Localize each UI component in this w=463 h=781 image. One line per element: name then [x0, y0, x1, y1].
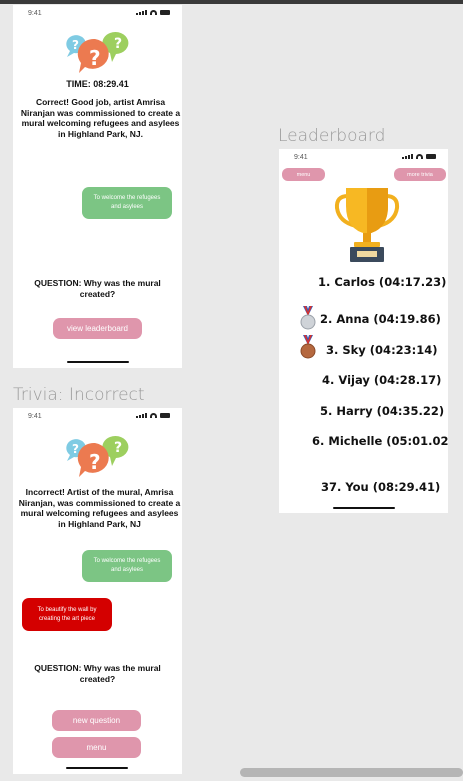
signal-icon	[136, 413, 147, 418]
status-icons	[136, 413, 170, 418]
leaderboard-screen: 9:41 menu more trivia 1. Carlos (04:17.2…	[279, 149, 448, 513]
status-icons	[136, 10, 170, 15]
leaderboard-entry-3: 3. Sky (04:23:14)	[326, 343, 438, 357]
leaderboard-entry-2: 2. Anna (04:19.86)	[320, 312, 441, 326]
menu-button[interactable]: menu	[282, 168, 325, 181]
battery-icon	[160, 10, 170, 15]
signal-icon	[402, 154, 413, 159]
wifi-icon	[150, 10, 157, 15]
new-question-button[interactable]: new question	[52, 710, 141, 731]
leaderboard-entry-1: 1. Carlos (04:17.23)	[318, 275, 447, 289]
leaderboard-entry-4: 4. Vijay (04:28.17)	[322, 373, 442, 387]
leaderboard-entry-6: 6. Michelle (05:01.02)	[312, 434, 448, 448]
window-top-bar	[0, 0, 463, 4]
svg-text:?: ?	[72, 38, 79, 52]
status-icons	[402, 154, 436, 159]
home-indicator	[333, 507, 395, 509]
question-text: QUESTION: Why was the mural created?	[34, 278, 161, 299]
question-text: QUESTION: Why was the mural created?	[34, 663, 161, 684]
wifi-icon	[416, 154, 423, 159]
question-bubbles-icon: ? ? ?	[66, 32, 129, 73]
svg-text:?: ?	[114, 440, 122, 456]
leaderboard-you-entry: 37. You (08:29.41)	[321, 480, 441, 494]
status-bar: 9:41	[13, 5, 182, 19]
trophy-icon	[334, 188, 400, 262]
battery-icon	[160, 413, 170, 418]
horizontal-scrollbar[interactable]	[240, 768, 463, 777]
home-indicator	[66, 767, 128, 769]
status-time: 9:41	[294, 154, 308, 161]
view-leaderboard-button[interactable]: view leaderboard	[53, 318, 142, 339]
answer-option-wrong[interactable]: To beautify the wall by creating the art…	[22, 598, 112, 631]
menu-button[interactable]: menu	[52, 737, 141, 758]
home-indicator	[67, 361, 129, 363]
feedback-message: Incorrect! Artist of the mural, Amrisa N…	[18, 487, 181, 529]
wifi-icon	[150, 413, 157, 418]
trivia-incorrect-screen: 9:41 ? ? ? Incorrect! Artist of the mura…	[13, 408, 182, 774]
feedback-message: Correct! Good job, artist Amrisa Niranja…	[20, 97, 181, 139]
leaderboard-entry-5: 5. Harry (04:35.22)	[320, 404, 445, 418]
silver-medal-icon	[300, 306, 316, 330]
trivia-correct-screen: 9:41 ? ? ? TIME: 08:29.41 Correct! Good …	[13, 5, 182, 368]
svg-text:?: ?	[72, 442, 79, 456]
status-bar: 9:41	[279, 149, 448, 163]
question-bubbles-icon: ? ? ?	[66, 436, 129, 477]
answer-option-correct[interactable]: To welcome the refugees and asylees	[82, 187, 172, 219]
status-bar: 9:41	[13, 408, 182, 422]
more-trivia-button[interactable]: more trivia	[394, 168, 446, 181]
status-time: 9:41	[28, 413, 42, 420]
bronze-medal-icon	[300, 335, 316, 359]
svg-text:?: ?	[114, 36, 122, 52]
svg-text:?: ?	[89, 46, 101, 70]
time-label: TIME: 08:29.41	[66, 79, 129, 89]
answer-option-correct[interactable]: To welcome the refugees and asylees	[82, 550, 172, 582]
leaderboard-frame-label: Leaderboard	[278, 126, 386, 146]
battery-icon	[426, 154, 436, 159]
trivia-incorrect-frame-label: Trivia: Incorrect	[13, 385, 145, 405]
svg-text:?: ?	[89, 450, 101, 474]
signal-icon	[136, 10, 147, 15]
status-time: 9:41	[28, 10, 42, 17]
